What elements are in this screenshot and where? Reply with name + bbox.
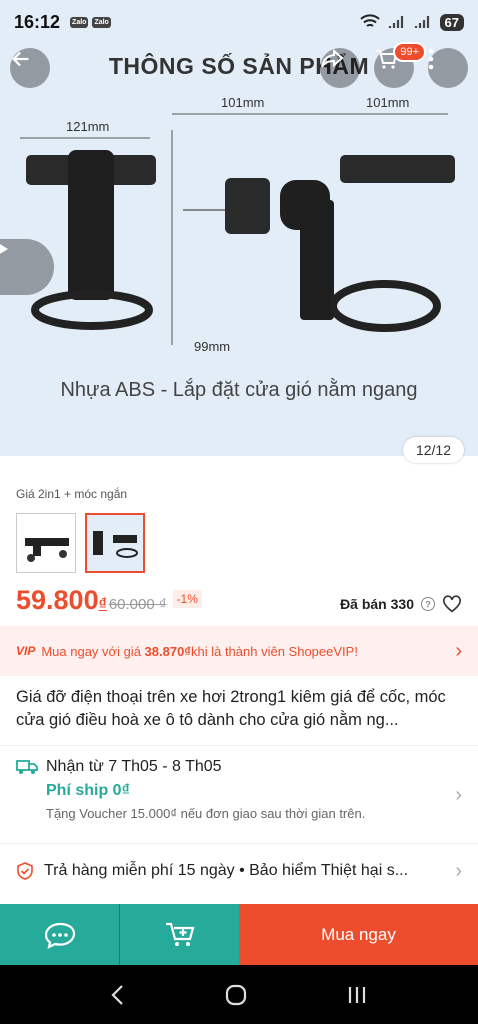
variation-label: Giá 2in1 + móc ngắn (16, 487, 128, 501)
return-policy-row[interactable]: Trả hàng miễn phí 15 ngày • Bảo hiểm Thi… (0, 848, 478, 894)
nav-home-icon[interactable] (225, 984, 247, 1006)
image-counter: 12/12 (402, 437, 464, 463)
vip-text-after: khi là thành viên ShopeeVIP! (190, 643, 358, 659)
signal-icon (388, 16, 403, 28)
play-icon (0, 244, 8, 254)
more-options-button[interactable] (428, 48, 468, 88)
wifi-icon (359, 14, 380, 27)
variation-thumbnail-selected[interactable] (85, 513, 145, 573)
delivery-date: Nhận từ 7 Th05 - 8 Th05 (46, 758, 222, 775)
chevron-right-icon: › (455, 859, 462, 882)
currency-symbol: ₫ (98, 596, 107, 613)
dimension-label: 121mm (66, 119, 110, 134)
more-vertical-icon (428, 48, 434, 70)
discount-badge: -1% (172, 590, 202, 608)
sold-count: Đã bán 330 ? (340, 595, 462, 613)
add-to-cart-button[interactable] (119, 904, 239, 965)
help-icon[interactable]: ? (420, 596, 436, 612)
heart-icon[interactable] (442, 595, 462, 613)
bottom-action-bar: Mua ngay (0, 904, 478, 965)
share-icon (321, 48, 344, 68)
vip-text: Mua ngay với giá (41, 643, 141, 659)
sold-count-text: Đã bán 330 (340, 596, 414, 612)
current-price: 59.800 (16, 585, 99, 615)
chevron-right-icon: › (455, 639, 462, 662)
shield-check-icon (17, 862, 33, 880)
dimension-label: 101mm (221, 95, 265, 110)
status-bar: 16:12 Zalo Zalo 67 (0, 0, 478, 44)
signal-icon (414, 16, 429, 28)
battery-indicator: 67 (439, 13, 464, 31)
dimension-label: 99mm (194, 339, 231, 354)
play-video-button[interactable] (0, 239, 54, 295)
vip-price: 38.870₫ (144, 643, 191, 659)
truck-icon (16, 760, 38, 774)
back-button[interactable] (10, 48, 50, 88)
buy-now-button[interactable]: Mua ngay (239, 904, 478, 965)
thumbnail-image (87, 515, 143, 571)
add-to-cart-icon (165, 922, 194, 946)
price-row: 59.800 ₫ 60.000 ₫ -1% Đã bán 330 ? (0, 585, 478, 619)
share-button[interactable] (320, 48, 360, 88)
return-policy-text: Trả hàng miễn phí 15 ngày • Bảo hiểm Thi… (44, 862, 409, 879)
zalo-notification-icon: Zalo (92, 16, 111, 28)
cart-count-badge: 99+ (393, 42, 426, 62)
clock: 16:12 (14, 11, 61, 32)
chat-button[interactable] (0, 904, 119, 965)
cart-button[interactable]: 99+ (374, 42, 426, 88)
original-price: 60.000 ₫ (108, 596, 167, 613)
shipping-voucher-note: Tặng Voucher 15.000₫ nếu đơn giao sau th… (46, 806, 366, 821)
shopee-vip-banner[interactable]: VIP Mua ngay với giá 38.870₫ khi là thàn… (0, 626, 478, 676)
product-image-carousel[interactable]: THÔNG SỐ SẢN PHẨM 121mm 101mm 101mm 99mm… (0, 0, 478, 456)
shipping-info[interactable]: Nhận từ 7 Th05 - 8 Th05 Phí ship 0₫ Tặng… (0, 758, 478, 821)
thumbnail-image (25, 538, 69, 562)
hero-caption: Nhựa ABS - Lắp đặt cửa gió nằm ngang (60, 379, 418, 401)
shipping-fee: Phí ship 0₫ (46, 782, 130, 799)
variation-thumbnail[interactable] (16, 513, 76, 573)
vip-tag: VIP (16, 644, 36, 658)
chevron-right-icon: › (455, 784, 462, 806)
dimension-label: 101mm (366, 95, 410, 110)
arrow-left-icon (12, 51, 29, 67)
system-navigation-bar (0, 965, 478, 1024)
svg-text:?: ? (425, 600, 431, 610)
nav-back-icon[interactable] (110, 984, 126, 1006)
chat-icon (44, 922, 75, 949)
nav-recents-icon[interactable] (346, 984, 368, 1006)
zalo-notification-icon: Zalo (70, 16, 89, 28)
product-title: Giá đỡ điện thoại trên xe hơi 2trong1 ki… (16, 688, 446, 729)
